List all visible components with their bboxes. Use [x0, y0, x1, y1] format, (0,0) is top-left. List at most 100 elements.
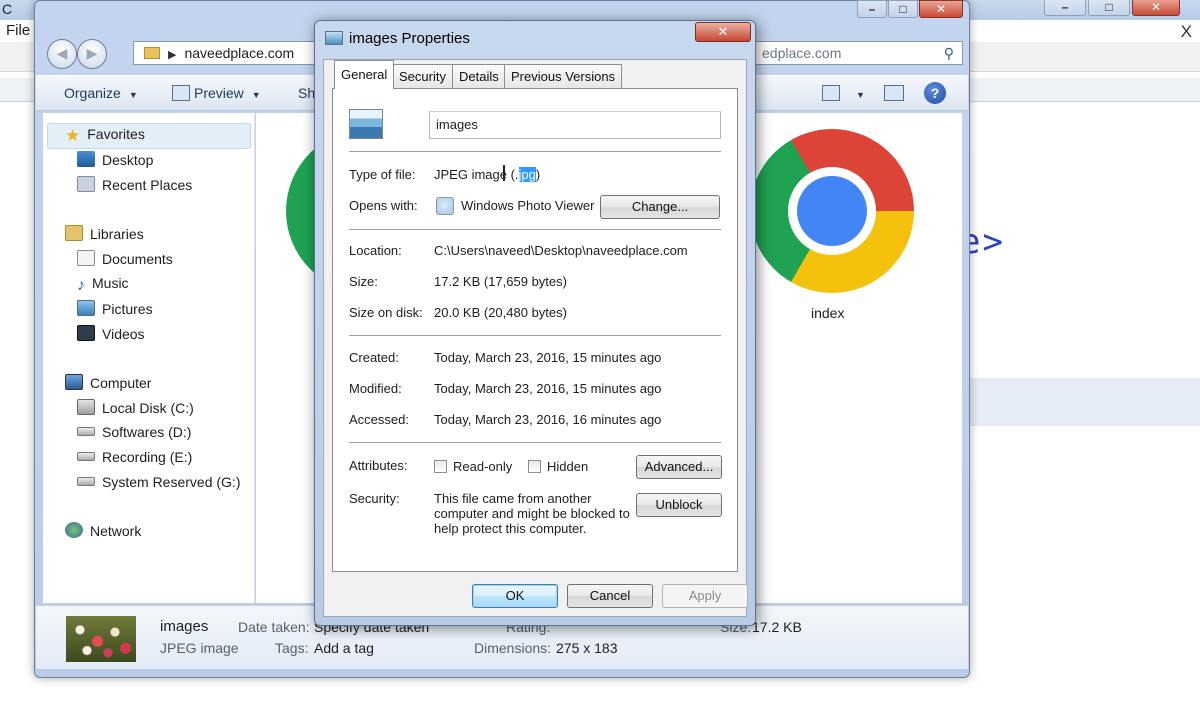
forward-arrow-icon: ▶ [86, 45, 98, 61]
created-label: Created: [349, 350, 399, 365]
tags-value[interactable]: Add a tag [314, 640, 374, 656]
nav-favorites[interactable]: ★ Favorites [65, 126, 145, 146]
drive-icon [77, 477, 95, 486]
nav-pictures[interactable]: Pictures [77, 300, 153, 317]
security-text-line-2: computer and might be blocked to [434, 506, 630, 521]
editor-minimize-button[interactable]: – [1044, 0, 1086, 16]
size-value: 17.2 KB [752, 619, 802, 635]
network-icon [65, 522, 83, 538]
text-cursor-icon [503, 165, 505, 181]
dialog-close-button[interactable]: ✕ [695, 22, 751, 42]
file-name-field[interactable]: images [429, 111, 721, 139]
separator [349, 442, 721, 444]
address-path: naveedplace.com [184, 45, 295, 61]
editor-title-fragment: C [2, 1, 13, 17]
hidden-checkbox[interactable]: Hidden [528, 459, 588, 474]
forward-button[interactable]: ▶ [77, 39, 107, 69]
apply-button[interactable]: Apply [662, 584, 748, 608]
tab-security[interactable]: Security [392, 64, 453, 88]
pictures-icon [77, 300, 95, 316]
size-on-disk-label: Size on disk: [349, 305, 423, 320]
help-icon[interactable]: ? [924, 82, 946, 104]
dialog-body: General Security Details Previous Versio… [323, 59, 748, 617]
ok-button[interactable]: OK [472, 584, 558, 608]
size-on-disk-value: 20.0 KB (20,480 bytes) [434, 305, 567, 320]
advanced-button[interactable]: Advanced... [636, 455, 722, 479]
explorer-close-button[interactable]: ✕ [919, 0, 963, 18]
drive-icon [77, 452, 95, 461]
location-value: C:\Users\naveed\Desktop\naveedplace.com [434, 243, 688, 258]
tags-label: Tags: [275, 640, 309, 656]
separator [349, 335, 721, 337]
nav-documents[interactable]: Documents [77, 250, 173, 267]
cancel-button[interactable]: Cancel [567, 584, 653, 608]
nav-music[interactable]: ♪ Music [77, 275, 129, 295]
nav-videos[interactable]: Videos [77, 325, 145, 342]
properties-dialog: images Properties ✕ General Security Det… [314, 20, 756, 626]
drive-icon [77, 427, 95, 436]
chrome-icon[interactable] [750, 129, 914, 293]
nav-softwares[interactable]: Softwares (D:) [77, 424, 191, 440]
explorer-minimize-button[interactable]: – [857, 0, 887, 18]
libraries-icon [65, 225, 83, 241]
videos-icon [77, 325, 95, 341]
separator [349, 229, 721, 231]
file-label-index[interactable]: index [811, 305, 844, 321]
details-file-name: images [160, 618, 209, 635]
tab-general[interactable]: General [334, 60, 395, 89]
dropdown-arrow-icon: ▼ [251, 90, 261, 100]
organize-button[interactable]: Organize ▼ [64, 85, 138, 101]
nav-local-disk[interactable]: Local Disk (C:) [77, 399, 194, 416]
unblock-button[interactable]: Unblock [636, 493, 722, 517]
photo-viewer-icon [436, 197, 454, 215]
nav-network[interactable]: Network [65, 522, 141, 539]
preview-button[interactable]: Preview ▼ [194, 85, 261, 101]
general-tab-panel: images Type of file: JPEG image (.jpg) O… [332, 88, 738, 572]
editor-line-highlight [960, 378, 1200, 426]
editor-close-button[interactable]: ✕ [1132, 0, 1180, 16]
drive-icon [77, 399, 95, 415]
navigation-pane: ★ Favorites Desktop Recent Places Librari… [43, 113, 255, 603]
tab-previous-versions[interactable]: Previous Versions [504, 64, 623, 88]
security-text-line-3: help protect this computer. [434, 521, 587, 536]
menu-file[interactable]: File [6, 22, 30, 39]
view-dropdown-arrow-icon[interactable]: ▼ [848, 85, 865, 101]
type-of-file-value[interactable]: JPEG image (.jpg) [434, 167, 540, 182]
date-taken-label: Date taken: [238, 619, 310, 635]
nav-recording[interactable]: Recording (E:) [77, 449, 192, 465]
desktop-icon [77, 151, 95, 167]
modified-label: Modified: [349, 381, 402, 396]
nav-recent-places[interactable]: Recent Places [77, 176, 192, 193]
dimensions-label: Dimensions: [474, 640, 552, 656]
nav-libraries[interactable]: Libraries [65, 225, 144, 242]
explorer-maximize-button[interactable]: □ [888, 0, 918, 18]
change-button[interactable]: Change... [600, 195, 720, 219]
nav-desktop[interactable]: Desktop [77, 151, 153, 168]
preview-pane-icon[interactable] [884, 85, 904, 101]
opens-with-value: Windows Photo Viewer [461, 198, 595, 213]
tab-details[interactable]: Details [452, 64, 506, 88]
explorer-window-controls: – □ ✕ [857, 0, 963, 18]
search-text: edplace.com [762, 45, 842, 61]
recent-places-icon [77, 176, 95, 192]
created-value: Today, March 23, 2016, 15 minutes ago [434, 350, 662, 365]
share-button[interactable]: Sh [298, 85, 315, 101]
editor-menu-bar: File [0, 22, 30, 42]
dropdown-arrow-icon: ▼ [128, 90, 138, 100]
read-only-checkbox[interactable]: Read-only [434, 459, 512, 474]
documents-icon [77, 250, 95, 266]
search-input[interactable]: edplace.com ⚲ [733, 41, 963, 65]
back-arrow-icon: ◀ [56, 45, 68, 61]
music-icon: ♪ [77, 277, 85, 294]
back-button[interactable]: ◀ [47, 39, 77, 69]
dialog-title: images Properties [349, 30, 470, 47]
image-file-icon [349, 109, 383, 139]
search-icon[interactable]: ⚲ [944, 42, 954, 64]
nav-computer[interactable]: Computer [65, 374, 151, 391]
image-file-icon [325, 31, 343, 45]
nav-system-reserved[interactable]: System Reserved (G:) [77, 474, 240, 490]
change-view-icon[interactable] [822, 85, 840, 101]
editor-maximize-button[interactable]: □ [1088, 0, 1130, 16]
attributes-label: Attributes: [349, 458, 408, 473]
editor-tab-close-button[interactable]: X [1181, 22, 1192, 42]
